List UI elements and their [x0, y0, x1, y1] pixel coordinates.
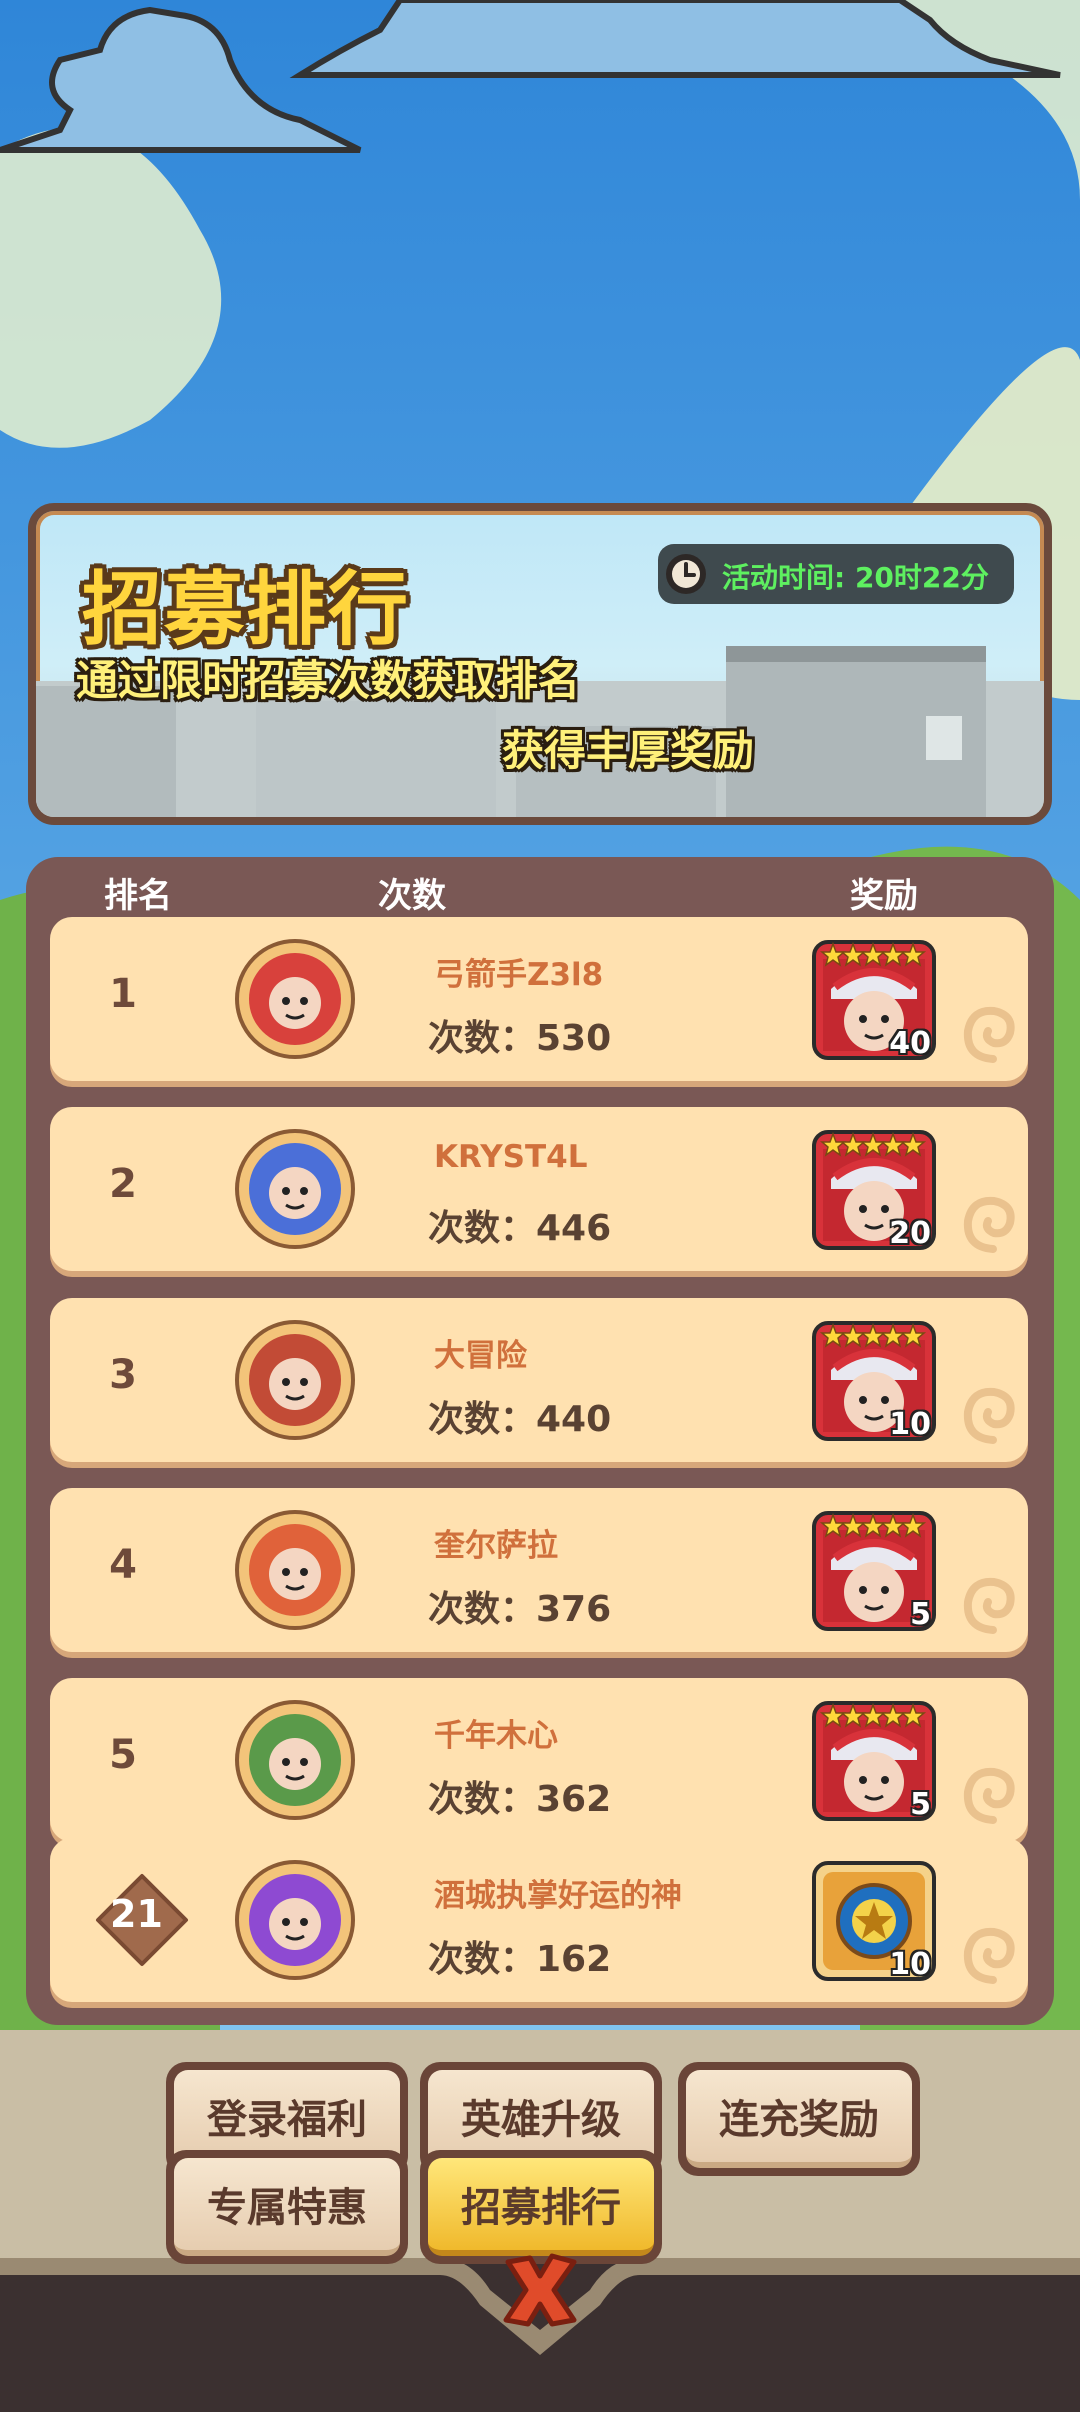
event-timer: 活动时间: 20时22分 — [658, 544, 1014, 604]
tab-exclusive-offer[interactable]: 专属特惠 — [166, 2150, 408, 2264]
recruit-count: 次数：446 — [428, 1208, 612, 1249]
reward-quantity-wrap: 10 — [811, 1860, 937, 1982]
reward-quantity: 5 — [910, 1787, 931, 1822]
player-name: 大冒险 — [434, 1338, 527, 1374]
tab-label: 连充奖励 — [686, 2070, 912, 2168]
recruit-count: 次数：162 — [428, 1939, 612, 1980]
reward-quantity: 20 — [889, 1216, 931, 1251]
reward-quantity-wrap: 10 — [811, 1320, 937, 1442]
banner-subtitle-line2: 获得丰厚奖励 — [502, 726, 755, 775]
green-creature-badge-icon — [235, 1700, 355, 1820]
swirl-decoration-icon — [963, 1927, 1015, 1984]
header-rank: 排名 — [104, 876, 172, 916]
recruit-count: 次数：440 — [428, 1399, 612, 1440]
player-name: 千年木心 — [434, 1718, 558, 1754]
player-name: KRYST4L — [434, 1139, 588, 1175]
close-x-icon[interactable] — [490, 2240, 590, 2340]
swirl-decoration-icon — [963, 1196, 1015, 1253]
ranking-row: 4 奎尔萨拉次数：376 5 — [50, 1488, 1028, 1652]
player-name: 酒城执掌好运的神 — [434, 1878, 682, 1914]
rank-number: 1 — [109, 971, 137, 1017]
swirl-decoration-icon — [963, 1767, 1015, 1824]
rank-number: 21 — [110, 1892, 163, 1936]
archer-badge-icon — [235, 939, 355, 1059]
swirl-decoration-icon — [963, 1387, 1015, 1444]
reward-quantity-wrap: 5 — [811, 1700, 937, 1822]
reward-quantity: 10 — [889, 1407, 931, 1442]
swirl-decoration-icon — [963, 1006, 1015, 1063]
rank-number: 4 — [109, 1542, 137, 1588]
reward-quantity: 5 — [910, 1597, 931, 1632]
header-reward: 奖励 — [850, 876, 918, 916]
winged-sloth-badge-icon — [235, 1129, 355, 1249]
fox-sloth-badge-icon — [235, 1320, 355, 1440]
reward-quantity-wrap: 40 — [811, 939, 937, 1061]
reward-quantity: 10 — [889, 1947, 931, 1982]
reward-quantity-wrap: 20 — [811, 1129, 937, 1251]
recruit-count: 次数：362 — [428, 1779, 612, 1820]
swirl-decoration-icon — [963, 1577, 1015, 1634]
ranking-row: 2 KRYST4L 次数：446 20 — [50, 1107, 1028, 1271]
tab-label: 专属特惠 — [174, 2158, 400, 2256]
rank-number: 3 — [109, 1352, 137, 1398]
ranking-row: 5 千年木心次数：362 5 — [50, 1678, 1028, 1842]
clock-icon — [666, 554, 706, 594]
purple-bird-badge-icon — [235, 1860, 355, 1980]
reward-quantity: 40 — [889, 1026, 931, 1061]
recruit-ranking-banner: 招募排行 通过限时招募次数获取排名 获得丰厚奖励 活动时间: 20时22分 — [28, 503, 1052, 825]
timer-text: 活动时间: 20时22分 — [722, 561, 989, 594]
my-rank-row: 21 酒城执掌好运的神次数：162 10 — [50, 1838, 1028, 2002]
star-dragon-badge-icon — [235, 1510, 355, 1630]
tab-recharge-reward[interactable]: 连充奖励 — [678, 2062, 920, 2176]
player-name: 弓箭手Z3l8 — [434, 957, 604, 993]
header-count: 次数 — [378, 876, 446, 916]
ranking-row: 3 大冒险次数：440 10 — [50, 1298, 1028, 1462]
reward-quantity-wrap: 5 — [811, 1510, 937, 1632]
player-name: 奎尔萨拉 — [434, 1528, 558, 1564]
ranking-row: 1 弓箭手Z3l8 次数：530 40 — [50, 917, 1028, 1081]
recruit-count: 次数：530 — [428, 1018, 612, 1059]
rank-number: 2 — [109, 1161, 137, 1207]
rank-number: 5 — [109, 1732, 137, 1778]
banner-title: 招募排行 — [82, 563, 410, 656]
banner-subtitle-line1: 通过限时招募次数获取排名 — [76, 656, 581, 705]
recruit-count: 次数：376 — [428, 1589, 612, 1630]
